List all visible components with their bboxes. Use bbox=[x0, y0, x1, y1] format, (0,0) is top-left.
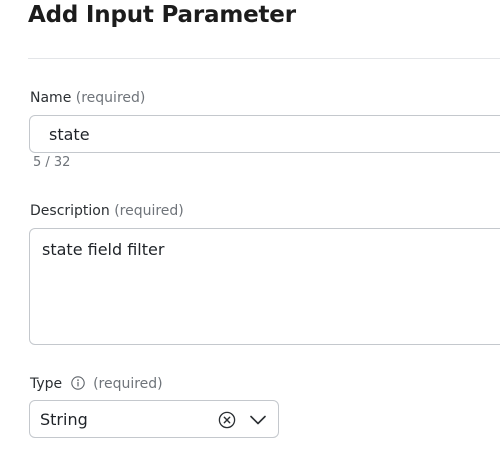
type-required-hint: (required) bbox=[93, 376, 163, 392]
chevron-down-icon[interactable] bbox=[249, 412, 267, 428]
name-field-label: Name (required) bbox=[30, 90, 145, 106]
header-divider bbox=[28, 58, 500, 59]
name-character-counter: 5 / 32 bbox=[33, 155, 71, 170]
type-label-text: Type bbox=[30, 376, 63, 392]
description-textarea[interactable]: state field filter bbox=[29, 228, 500, 345]
clear-circle-icon[interactable] bbox=[218, 411, 236, 429]
type-select[interactable]: String bbox=[29, 400, 279, 438]
name-input[interactable] bbox=[29, 115, 500, 153]
description-field-label: Description (required) bbox=[30, 203, 184, 219]
info-icon[interactable] bbox=[70, 376, 85, 390]
name-required-hint: (required) bbox=[75, 90, 146, 106]
name-label-text: Name bbox=[30, 90, 72, 106]
description-required-hint: (required) bbox=[114, 203, 184, 219]
type-field-label: Type (required) bbox=[30, 376, 163, 392]
dialog-title: Add Input Parameter bbox=[28, 2, 296, 28]
type-selected-value: String bbox=[40, 410, 88, 429]
description-label-text: Description bbox=[30, 203, 110, 219]
